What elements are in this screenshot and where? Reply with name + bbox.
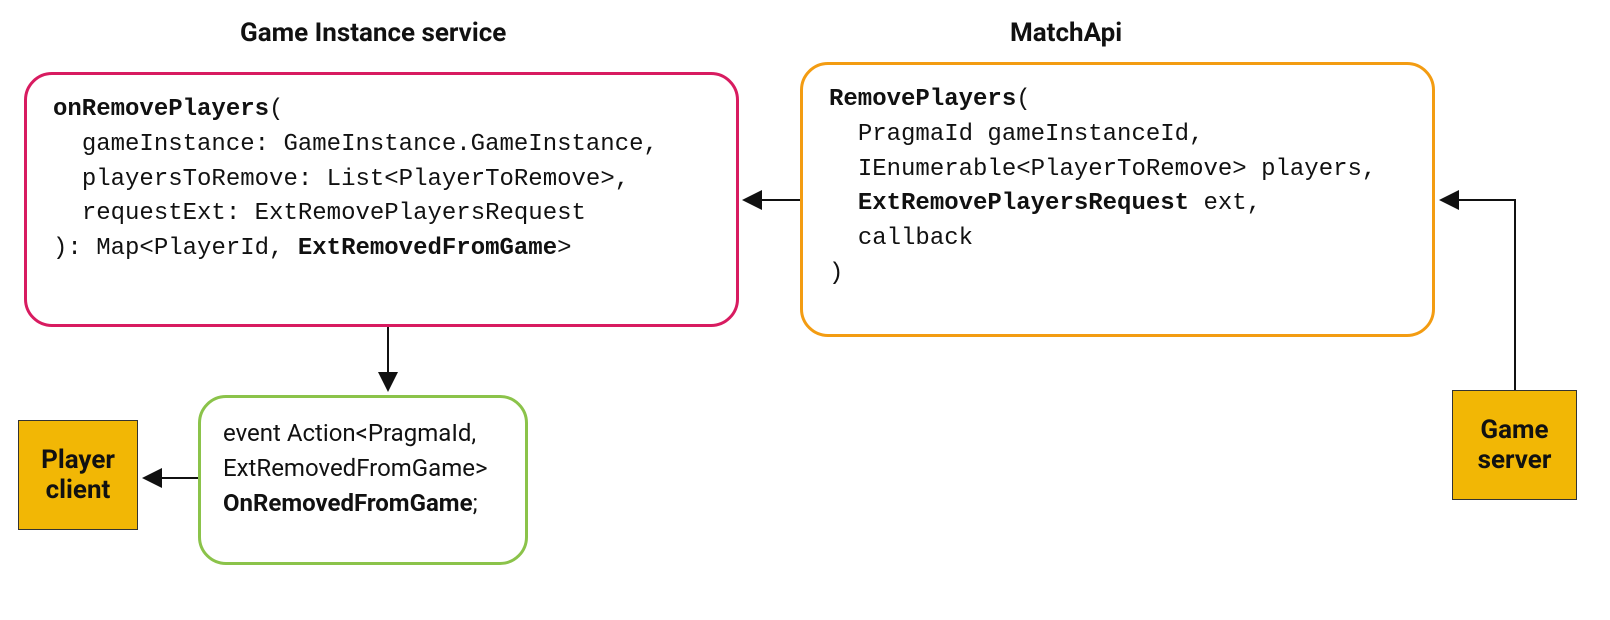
node-on-removed-from-game: event Action<PragmaId, ExtRemovedFromGam… — [198, 395, 528, 565]
code-on-removed-from-game: event Action<PragmaId, ExtRemovedFromGam… — [223, 416, 503, 520]
node-on-remove-players: onRemovePlayers( gameInstance: GameInsta… — [24, 72, 739, 327]
code-on-remove-players: onRemovePlayers( gameInstance: GameInsta… — [53, 93, 710, 267]
diagram-canvas: Game Instance service MatchApi onRemoveP… — [0, 0, 1610, 620]
node-player-client: Player client — [18, 420, 138, 530]
arrow-game-server-to-matchapi — [1443, 200, 1515, 390]
code-remove-players: RemovePlayers( PragmaId gameInstanceId, … — [829, 83, 1406, 292]
title-game-instance-service: Game Instance service — [240, 18, 506, 48]
node-game-server: Game server — [1452, 390, 1577, 500]
title-matchapi: MatchApi — [1010, 18, 1122, 48]
node-remove-players: RemovePlayers( PragmaId gameInstanceId, … — [800, 62, 1435, 337]
